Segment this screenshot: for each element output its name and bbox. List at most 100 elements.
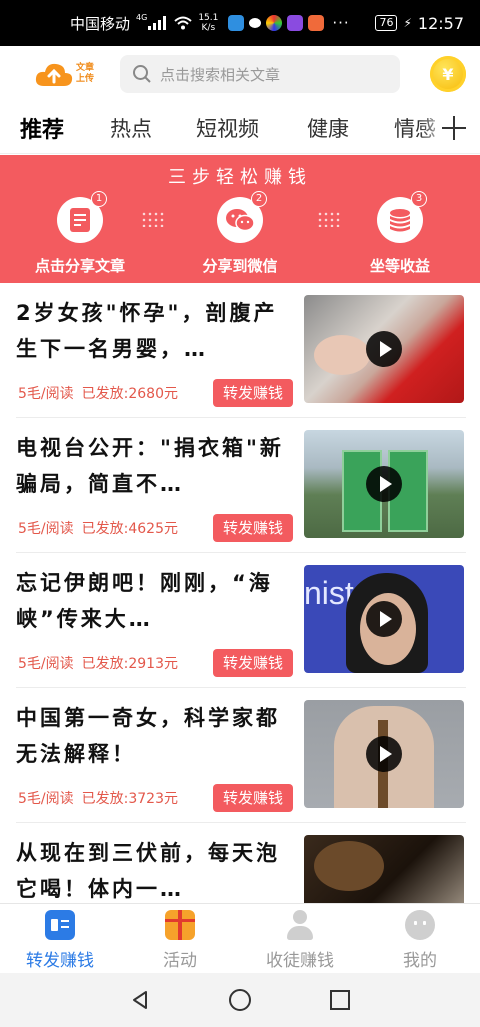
step-badge: 2 [251, 191, 267, 207]
article-thumbnail[interactable] [304, 700, 464, 808]
back-icon[interactable] [129, 989, 151, 1011]
coin-icon[interactable]: ¥ [430, 56, 466, 92]
play-icon[interactable] [366, 466, 402, 502]
earn-steps-banner: 三步轻松赚钱 1 点击分享文章 2 分享到微信 3 坐等收益 [0, 155, 480, 283]
article-thumbnail[interactable] [304, 430, 464, 538]
clock: 12:57 [417, 13, 464, 33]
video-app-icon [287, 15, 304, 31]
add-tab-icon[interactable] [442, 116, 466, 140]
upload-label: 文章 上传 [76, 63, 94, 85]
category-tabs: 推荐 热点 短视频 健康 情感 [0, 102, 480, 154]
article-meta: 5毛/阅读 已发放:2913元 [18, 653, 178, 673]
thumb-figure [314, 335, 370, 375]
article-thumbnail[interactable] [304, 835, 464, 903]
nav-label: 我的 [403, 951, 437, 971]
upload-label-line2: 上传 [76, 74, 95, 84]
nav-label: 活动 [163, 951, 197, 971]
nav-label: 转发赚钱 [26, 951, 94, 971]
article-meta: 5毛/阅读 已发放:3723元 [18, 788, 178, 808]
tab-health[interactable]: 健康 [307, 113, 349, 143]
search-bar[interactable]: 点击搜索相关文章 [120, 55, 400, 93]
article-thumbnail[interactable] [304, 295, 464, 403]
article-title[interactable]: 忘记伊朗吧！刚刚，“海峡”传来大… [16, 565, 291, 637]
step-label: 点击分享文章 [34, 257, 125, 275]
step-badge: 1 [91, 191, 107, 207]
nav-label: 收徒赚钱 [266, 951, 334, 971]
tab-recommend[interactable]: 推荐 [20, 112, 64, 144]
speed-value: 15.1 [198, 13, 219, 23]
carrier-name: 中国移动 [70, 14, 131, 33]
share-earn-button[interactable]: 转发赚钱 [213, 649, 293, 677]
nav-mine[interactable]: 我的 [360, 904, 480, 973]
share-earn-icon [45, 910, 75, 940]
banner-title: 三步轻松赚钱 [168, 167, 312, 188]
article-price: 5毛/阅读 [18, 521, 74, 537]
shop-app-icon [308, 15, 325, 31]
app-notification-icon [228, 15, 245, 31]
speed-unit: K/s [201, 23, 216, 33]
home-icon[interactable] [228, 988, 252, 1012]
step-earn-income: 3 坐等收益 [340, 191, 460, 276]
user-icon [285, 910, 315, 940]
article-item[interactable]: 电视台公开："捐衣箱"新骗局，简直不… 5毛/阅读 已发放:4625元 转发赚钱 [16, 418, 466, 553]
article-title[interactable]: 2岁女孩"怀孕"，剖腹产生下一名男婴，… [16, 295, 291, 367]
status-bar: 中国移动 4G 15.1 K/s ··· 76 ⚡ 12:57 [0, 0, 480, 46]
article-paid-total: 已发放:2680元 [81, 386, 178, 402]
profile-icon [405, 910, 435, 940]
share-earn-button[interactable]: 转发赚钱 [213, 784, 293, 812]
tab-hot[interactable]: 热点 [110, 113, 152, 143]
article-item[interactable]: 从现在到三伏前，每天泡它喝！体内一… [16, 823, 466, 903]
article-title[interactable]: 中国第一奇女，科学家都无法解释！ [16, 700, 291, 772]
notification-icons [228, 15, 325, 31]
share-earn-button[interactable]: 转发赚钱 [213, 379, 293, 407]
article-thumbnail[interactable]: nist [304, 565, 464, 673]
step-label: 分享到微信 [202, 257, 278, 275]
article-item[interactable]: 2岁女孩"怀孕"，剖腹产生下一名男婴，… 5毛/阅读 已发放:2680元 转发赚… [16, 283, 466, 418]
more-notifications-icon: ··· [332, 14, 350, 32]
coins-icon [390, 209, 410, 232]
wechat-icon [226, 209, 255, 232]
step-icon-circle: 1 [57, 191, 107, 243]
article-paid-total: 已发放:2913元 [81, 656, 178, 672]
tab-short-video[interactable]: 短视频 [196, 113, 259, 143]
article-price: 5毛/阅读 [18, 386, 74, 402]
article-meta: 5毛/阅读 已发放:4625元 [18, 518, 178, 538]
play-icon[interactable] [366, 601, 402, 637]
colorful-app-icon [266, 15, 283, 31]
cloud-notification-icon [249, 18, 262, 28]
article-paid-total: 已发放:4625元 [81, 521, 178, 537]
nav-activity[interactable]: 活动 [120, 904, 240, 973]
nav-recruit[interactable]: 收徒赚钱 [240, 904, 360, 973]
thumb-bowl [314, 841, 384, 891]
article-feed: 2岁女孩"怀孕"，剖腹产生下一名男婴，… 5毛/阅读 已发放:2680元 转发赚… [0, 283, 480, 903]
article-item[interactable]: 中国第一奇女，科学家都无法解释！ 5毛/阅读 已发放:3723元 转发赚钱 [16, 688, 466, 823]
article-icon [70, 208, 90, 232]
article-meta: 5毛/阅读 已发放:2680元 [18, 383, 178, 403]
play-icon[interactable] [366, 736, 402, 772]
article-price: 5毛/阅读 [18, 791, 74, 807]
nav-share-earn[interactable]: 转发赚钱 [0, 904, 120, 973]
play-icon[interactable] [366, 331, 402, 367]
step-share-article: 1 点击分享文章 [20, 191, 140, 276]
step-divider-dots [317, 211, 341, 227]
gift-icon [165, 910, 195, 940]
battery-icon: 76 [375, 15, 398, 31]
article-paid-total: 已发放:3723元 [81, 791, 178, 807]
top-bar: 文章 上传 点击搜索相关文章 ¥ [0, 46, 480, 102]
network-speed: 15.1 K/s [198, 13, 218, 33]
article-title[interactable]: 从现在到三伏前，每天泡它喝！体内一… [16, 835, 291, 903]
search-placeholder: 点击搜索相关文章 [160, 65, 281, 84]
recents-icon[interactable] [329, 989, 351, 1011]
article-item[interactable]: 忘记伊朗吧！刚刚，“海峡”传来大… 5毛/阅读 已发放:2913元 转发赚钱 n… [16, 553, 466, 688]
upload-label-line1: 文章 [76, 63, 95, 73]
article-upload-button[interactable]: 文章 上传 [34, 60, 116, 88]
step-label: 坐等收益 [369, 257, 430, 275]
signal-icon [148, 16, 167, 30]
step-badge: 3 [411, 191, 427, 207]
share-earn-button[interactable]: 转发赚钱 [213, 514, 293, 542]
article-title[interactable]: 电视台公开："捐衣箱"新骗局，简直不… [16, 430, 291, 502]
article-price: 5毛/阅读 [18, 656, 74, 672]
search-icon [133, 65, 151, 83]
step-icon-circle: 2 [217, 191, 267, 243]
bottom-navigation: 转发赚钱 活动 收徒赚钱 我的 [0, 903, 480, 973]
